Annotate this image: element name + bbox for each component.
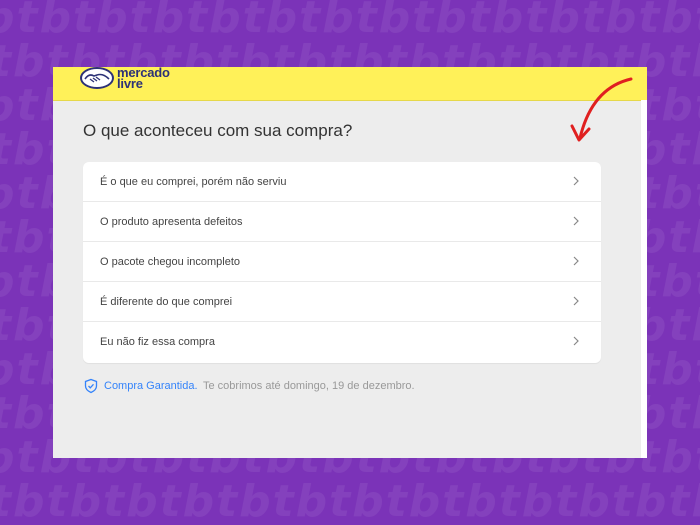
handshake-logo-icon [80,67,114,89]
option-item-not-purchased[interactable]: Eu não fiz essa compra [83,322,601,363]
option-item-incomplete[interactable]: O pacote chegou incompleto [83,242,601,282]
options-card: É o que eu comprei, porém não serviu O p… [83,162,601,363]
option-item-different[interactable]: É diferente do que comprei [83,282,601,322]
guarantee-link[interactable]: Compra Garantida. [104,380,198,392]
option-label: O produto apresenta defeitos [100,216,243,228]
screenshot-frame: mercado livre O que aconteceu com sua co… [53,67,647,458]
shield-check-icon [84,378,98,394]
chevron-right-icon [573,296,579,306]
option-item-not-fit[interactable]: É o que eu comprei, porém não serviu [83,162,601,202]
option-label: O pacote chegou incompleto [100,256,241,268]
right-scroll-strip [641,100,647,458]
chevron-right-icon [573,336,579,346]
red-curved-arrow-icon [570,77,633,142]
logo-wordmark: mercado livre [117,67,170,90]
mercado-livre-logo[interactable]: mercado livre [79,67,179,93]
page-title: O que aconteceu com sua compra? [83,121,353,140]
guarantee-text: Te cobrimos até domingo, 19 de dezembro. [203,380,415,392]
chevron-right-icon [573,256,579,266]
chevron-right-icon [573,176,579,186]
option-label: Eu não fiz essa compra [100,336,215,348]
option-label: É diferente do que comprei [100,296,233,308]
site-header: mercado livre [53,67,647,101]
chevron-right-icon [573,216,579,226]
option-item-defective[interactable]: O produto apresenta defeitos [83,202,601,242]
option-label: É o que eu comprei, porém não serviu [100,176,287,188]
